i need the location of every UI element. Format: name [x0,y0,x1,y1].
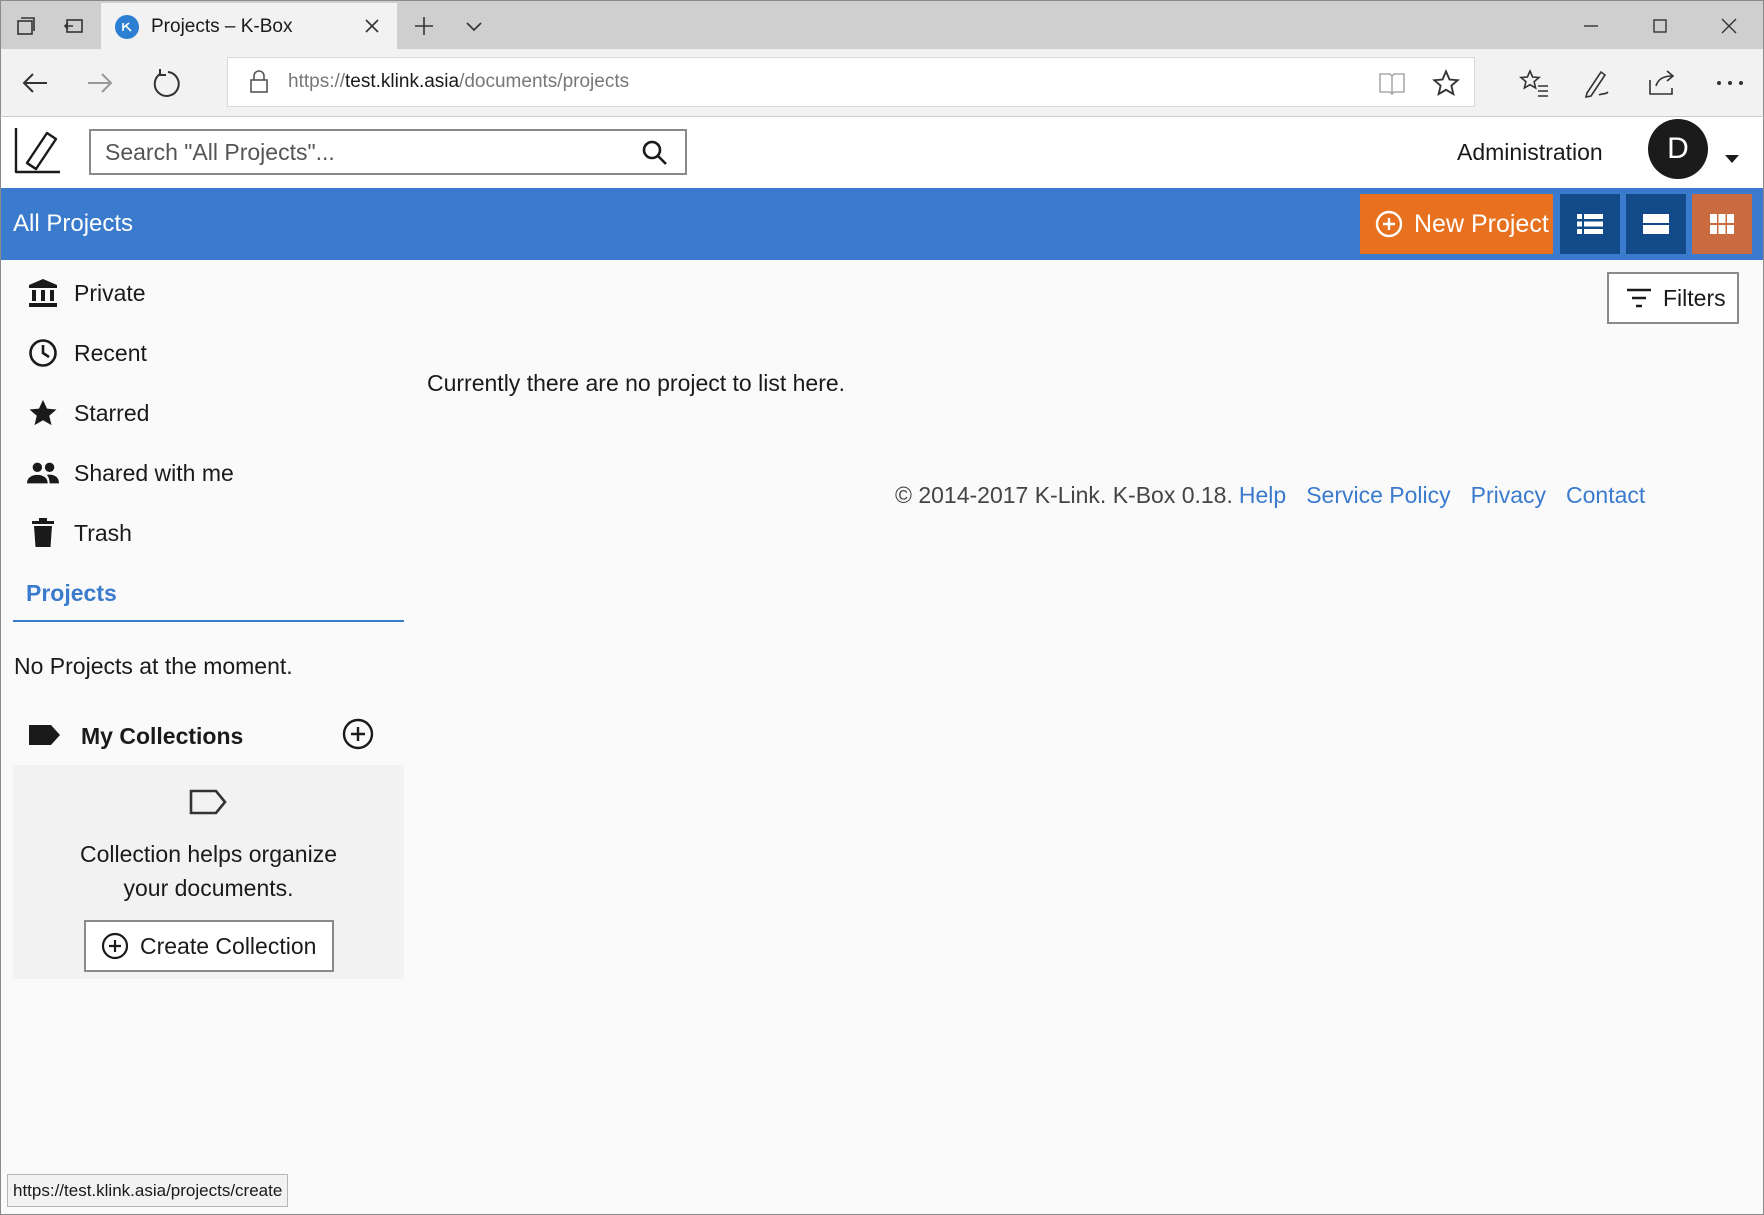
new-project-button[interactable]: New Project [1360,194,1553,254]
plus-circle-icon [1375,210,1403,238]
share-icon[interactable] [1644,65,1680,101]
sidebar-item-shared[interactable]: Shared with me [1,449,403,497]
tab-title: Projects – K-Box [151,15,293,37]
tiles-view-button[interactable] [1692,194,1752,254]
page-toolbar: All Projects New Project [1,188,1763,260]
collections-header: My Collections [1,715,403,759]
collections-empty-state: Collection helps organize your documents… [13,765,404,979]
create-collection-button[interactable]: Create Collection [84,920,334,972]
projects-heading[interactable]: Projects [26,580,117,607]
url-text: https://test.klink.asia/documents/projec… [288,71,629,93]
browser-tab-active[interactable]: Projects – K-Box [101,3,397,50]
app-header: Administration D [1,117,1763,188]
filter-lines-icon [1627,288,1651,308]
sidebar-item-trash[interactable]: Trash [1,509,403,557]
details-view-button[interactable] [1560,194,1620,254]
collections-title: My Collections [81,723,244,749]
administration-link[interactable]: Administration [1457,139,1603,166]
copyright-text: © 2014-2017 K-Link. K-Box 0.18. [895,482,1233,508]
forward-icon[interactable] [82,65,118,101]
tab-actions-icon[interactable] [11,11,41,41]
browser-address-bar: https://test.klink.asia/documents/projec… [0,49,1764,117]
people-icon [27,457,59,489]
url-scheme: https:// [288,71,346,92]
set-aside-tabs-icon[interactable] [59,11,89,41]
minimize-icon[interactable] [1576,11,1606,41]
cards-view-button[interactable] [1626,194,1686,254]
browser-tab-bar: Projects – K-Box [0,0,1764,50]
footer-link-privacy[interactable]: Privacy [1471,482,1546,508]
new-tab-icon[interactable] [409,11,439,41]
stream-view-icon [1643,214,1669,234]
empty-projects-message: Currently there are no project to list h… [427,370,846,396]
search-box[interactable] [89,129,687,175]
footer-link-service-policy[interactable]: Service Policy [1306,482,1450,508]
sidebar-item-private[interactable]: Private [1,269,403,317]
filters-button[interactable]: Filters [1607,272,1739,324]
favorite-star-icon[interactable] [1431,68,1461,98]
status-bar-url: https://test.klink.asia/projects/create [7,1174,289,1207]
back-icon[interactable] [17,65,53,101]
sidebar-item-recent[interactable]: Recent [1,329,403,377]
label-outline-icon [189,789,227,815]
add-collection-icon[interactable] [341,717,375,751]
sidebar-item-label: Trash [74,519,132,546]
page-title: All Projects [13,210,134,237]
plus-circle-icon [101,932,129,960]
tab-preview-chevron-icon[interactable] [459,11,489,41]
maximize-icon[interactable] [1645,11,1675,41]
window-close-icon[interactable] [1714,11,1744,41]
favorites-hub-icon[interactable] [1516,65,1552,101]
sidebar-item-starred[interactable]: Starred [1,389,403,437]
projects-divider [13,620,404,622]
create-collection-label: Create Collection [140,932,317,959]
search-input[interactable] [105,138,625,166]
tab-close-icon[interactable] [361,15,383,37]
url-host: test.klink.asia [345,71,460,92]
footer-link-contact[interactable]: Contact [1566,482,1645,508]
web-note-pen-icon[interactable] [1579,65,1615,101]
refresh-icon[interactable] [149,65,185,101]
new-project-label: New Project [1414,209,1549,238]
reading-view-icon[interactable] [1377,68,1407,98]
institution-icon [27,277,59,309]
list-view-icon [1577,214,1603,234]
page-footer: © 2014-2017 K-Link. K-Box 0.18. Help Servi… [895,482,1645,509]
sidebar-item-label: Private [74,279,146,306]
sidebar-item-label: Starred [74,399,150,426]
url-path: /documents/projects [459,71,630,92]
footer-link-help[interactable]: Help [1239,482,1286,508]
no-projects-message: No Projects at the moment. [14,653,293,679]
star-icon [27,397,59,429]
klink-favicon-icon [115,14,139,39]
label-tag-icon [29,725,60,745]
user-avatar[interactable]: D [1648,119,1708,179]
clock-icon [27,337,59,369]
lock-icon [250,70,268,93]
grid-view-icon [1710,214,1734,234]
window-border-left [0,117,1,1215]
more-icon[interactable] [1712,65,1748,101]
filters-label: Filters [1663,284,1726,311]
sidebar-item-label: Shared with me [74,459,234,486]
sidebar-item-label: Recent [74,339,147,366]
user-menu-caret-icon[interactable] [1725,155,1739,163]
trash-icon [27,517,59,549]
collections-help-text: Collection helps organize your documents… [80,841,337,901]
search-icon[interactable] [641,139,669,167]
kbox-logo-icon[interactable] [13,125,65,175]
url-field[interactable]: https://test.klink.asia/documents/projec… [227,57,1475,107]
